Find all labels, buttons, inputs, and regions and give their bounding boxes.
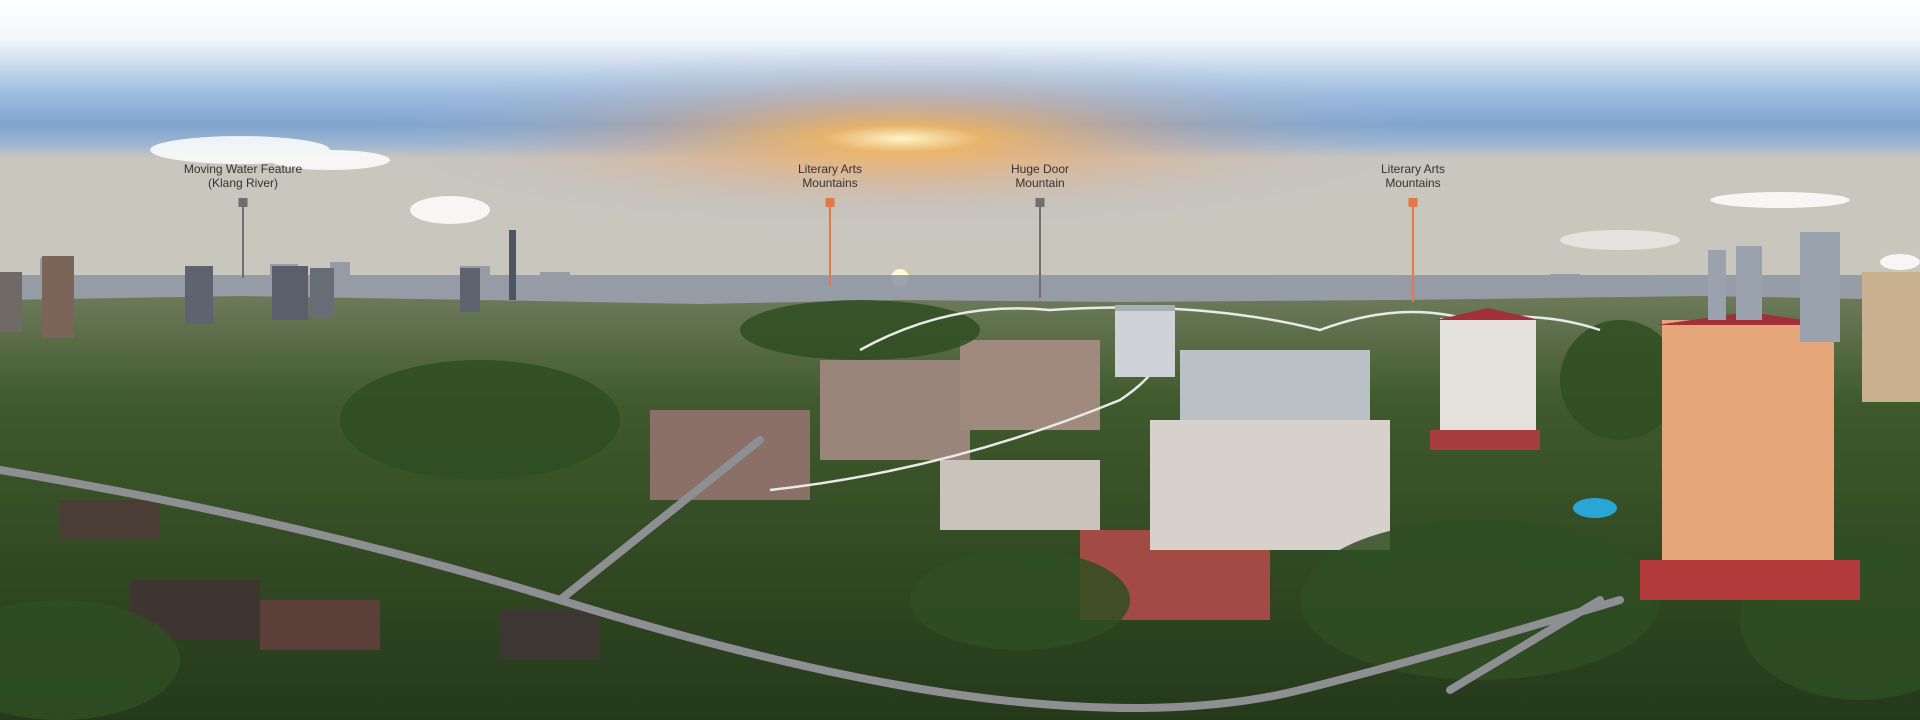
aerial-panorama [0, 0, 1920, 720]
marker-label-line1: Huge Door [1010, 162, 1070, 176]
right-tower-2 [1640, 312, 1860, 600]
marker-label-line2: (Klang River) [207, 176, 279, 190]
marker-label: Moving Water Feature (Klang River) [184, 162, 302, 190]
marker-pin-line [242, 206, 244, 278]
marker-label-line2: Mountains [1385, 176, 1441, 190]
marker-label: Literary Arts Mountains [798, 162, 862, 190]
swimming-pool [1573, 498, 1617, 518]
marker-label-line1: Literary Arts [797, 162, 863, 176]
marker-label-line1: Literary Arts [1380, 162, 1446, 176]
marker-pin-line [1412, 206, 1414, 302]
marker-pin-line [829, 206, 831, 286]
marker-label-line2: Mountains [802, 176, 858, 190]
marker-pin-line [1039, 206, 1041, 298]
right-tower-1 [1430, 308, 1540, 450]
mid-tower [1115, 305, 1175, 377]
marker-label: Literary Arts Mountains [1381, 162, 1445, 190]
marker-label-line1: Moving Water Feature [183, 162, 303, 176]
marker-label-line2: Mountain [1015, 176, 1065, 190]
marker-label: Huge Door Mountain [1011, 162, 1069, 190]
